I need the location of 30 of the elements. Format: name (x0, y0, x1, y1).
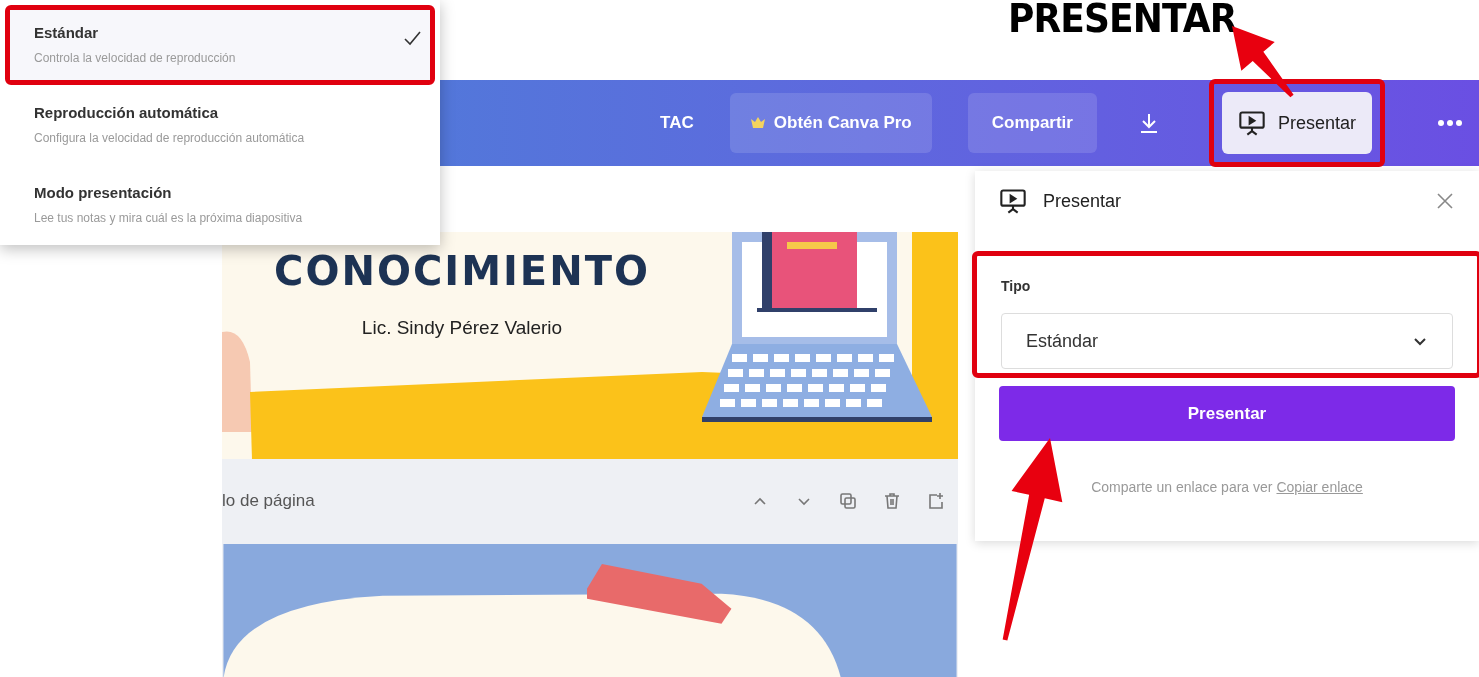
trash-icon[interactable] (882, 491, 902, 512)
menu-item[interactable]: Reproducción automática Configura la velocidad de reproducción automática (10, 90, 430, 160)
type-select[interactable]: Estándar (1001, 313, 1453, 369)
field-label: Tipo (1001, 277, 1032, 296)
presentation-icon (999, 187, 1027, 215)
item-description: Configura la velocidad de reproducción automática (34, 129, 306, 147)
menu-item[interactable]: Modo presentación Lee tus notas y mira cuál es la próxima diapositiva (10, 170, 430, 240)
more-icon[interactable] (1437, 119, 1463, 127)
share-text: Comparte un enlace para ver (1091, 478, 1273, 497)
upgrade-button[interactable]: Obtén Canva Pro (729, 93, 932, 153)
item-title: Modo presentación (34, 183, 173, 203)
crown-icon (749, 115, 766, 131)
panel-title: Presentar (1043, 189, 1122, 213)
item-description: Controla la velocidad de reproducción (34, 49, 237, 67)
menu-item[interactable]: Estándar Controla la velocidad de reproducción (10, 10, 430, 80)
present-button[interactable]: Presentar (999, 386, 1455, 441)
design-title: TAC (660, 112, 694, 135)
presentation-icon (1237, 109, 1266, 137)
item-title: Reproducción automática (34, 103, 220, 123)
add-page-icon[interactable] (926, 491, 946, 512)
slide-title: CONOCIMIENTO (274, 247, 650, 294)
present-button[interactable]: Presentar (1221, 92, 1372, 154)
annotation-label: PRESENTAR (1008, 0, 1237, 43)
page-title: lo de página (222, 490, 315, 513)
slide-subtitle: Lic. Sindy Pérez Valerio (361, 315, 563, 340)
close-icon[interactable] (1435, 191, 1455, 211)
share-button[interactable]: Compartir (967, 93, 1097, 153)
item-title: Estándar (34, 23, 100, 43)
copy-icon[interactable] (838, 491, 858, 512)
item-description: Lee tus notas y mira cuál es la próxima diapositiva (34, 209, 304, 227)
